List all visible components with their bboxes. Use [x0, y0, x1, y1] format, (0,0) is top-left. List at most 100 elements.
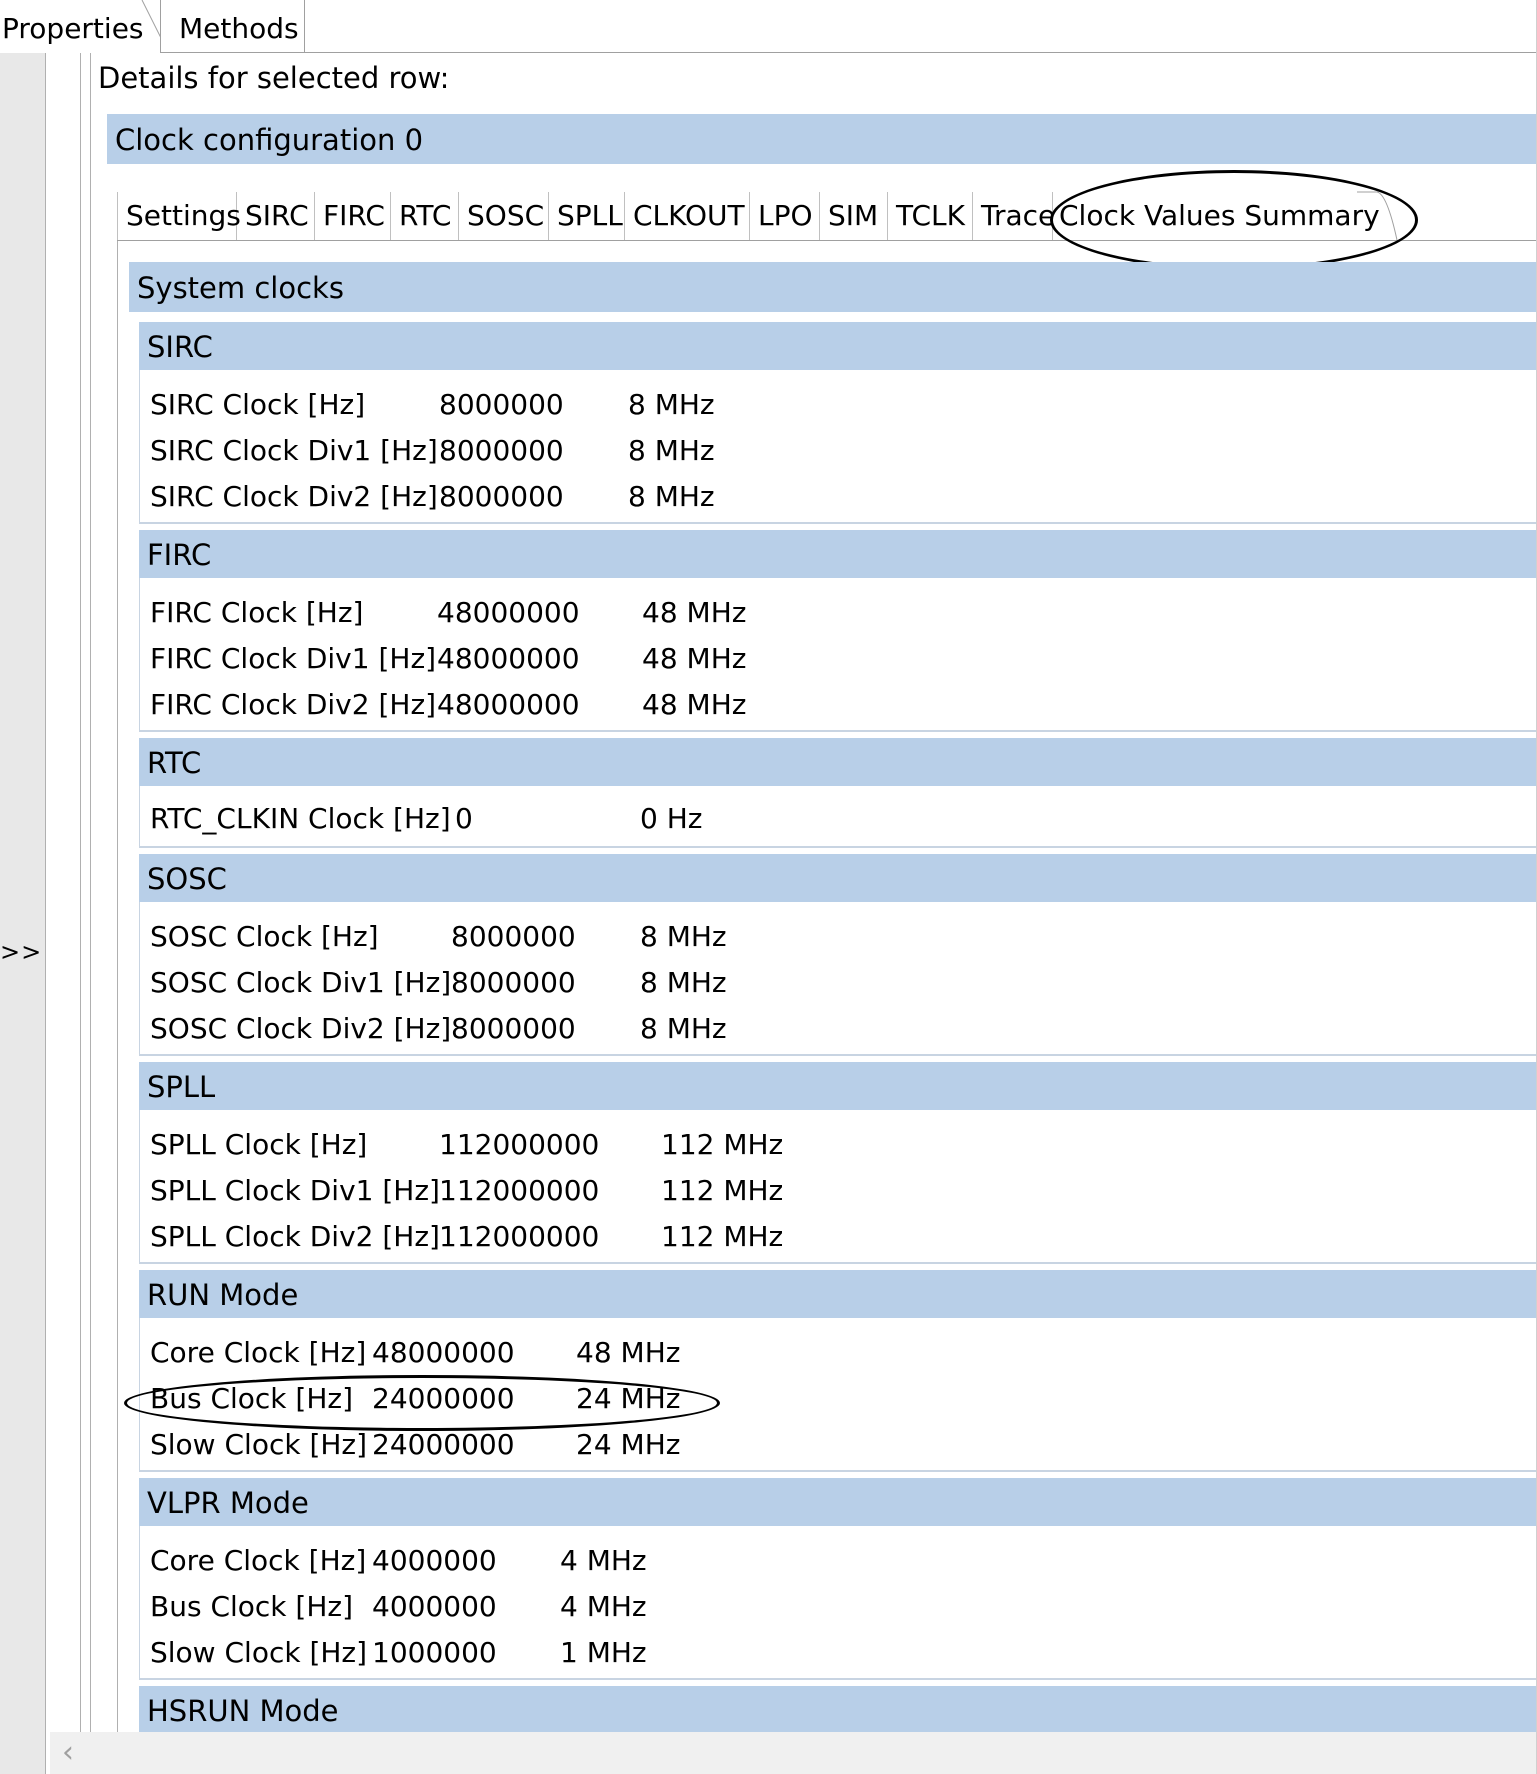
- clock-value-display: 112 MHz: [661, 1220, 784, 1253]
- tab-clkout[interactable]: CLKOUT: [625, 192, 750, 240]
- clock-value-display: 112 MHz: [661, 1128, 784, 1161]
- clock-value: 24000000: [372, 1428, 515, 1461]
- tab-settings[interactable]: Settings: [117, 192, 241, 240]
- clock-value: 8000000: [451, 966, 576, 999]
- clock-value: 8000000: [451, 1012, 576, 1045]
- section-body: FIRC Clock [Hz] 48000000 48 MHz FIRC Clo…: [139, 578, 1537, 732]
- tab-strip-baseline: [270, 52, 1537, 53]
- section-vlpr-mode: VLPR Mode Core Clock [Hz] 4000000 4 MHz …: [139, 1478, 1537, 1680]
- section-title: SPLL: [139, 1062, 1537, 1110]
- clock-label: FIRC Clock [Hz]: [150, 596, 364, 629]
- divider: [90, 53, 91, 1733]
- clock-value-display: 8 MHz: [640, 920, 727, 953]
- section-title: FIRC: [139, 530, 1537, 578]
- tab-properties[interactable]: Properties: [0, 0, 152, 53]
- tab-rtc[interactable]: RTC: [391, 192, 459, 240]
- system-clocks-header: System clocks: [129, 262, 1537, 312]
- horizontal-scrollbar[interactable]: ‹: [50, 1732, 1537, 1774]
- left-gutter: >>: [0, 53, 45, 1774]
- config-header: Clock configuration 0: [107, 114, 1537, 164]
- section-title: SOSC: [139, 854, 1537, 902]
- section-body: SIRC Clock [Hz] 8000000 8 MHz SIRC Clock…: [139, 370, 1537, 524]
- clock-value: 8000000: [451, 920, 576, 953]
- clock-value: 24000000: [372, 1382, 515, 1415]
- tab-lpo[interactable]: LPO: [750, 192, 820, 240]
- scroll-left-icon[interactable]: ‹: [62, 1734, 74, 1772]
- clock-label: SOSC Clock Div2 [Hz]: [150, 1012, 452, 1045]
- clock-label: Core Clock [Hz]: [150, 1544, 367, 1577]
- tab-clock-values-summary[interactable]: Clock Values Summary: [1053, 192, 1383, 240]
- clock-label: Bus Clock [Hz]: [150, 1382, 354, 1415]
- clock-label: SIRC Clock Div1 [Hz]: [150, 434, 438, 467]
- clock-label: SIRC Clock Div2 [Hz]: [150, 480, 438, 513]
- clock-value-display: 4 MHz: [560, 1544, 647, 1577]
- tab-methods[interactable]: Methods: [160, 0, 305, 53]
- clock-value-display: 1 MHz: [560, 1636, 647, 1669]
- divider: [80, 53, 81, 1733]
- section-sosc: SOSC SOSC Clock [Hz] 8000000 8 MHz SOSC …: [139, 854, 1537, 1056]
- clock-value: 8000000: [439, 434, 564, 467]
- tab-firc[interactable]: FIRC: [315, 192, 391, 240]
- clock-value: 4000000: [372, 1544, 497, 1577]
- clock-value-display: 8 MHz: [640, 1012, 727, 1045]
- clock-value: 4000000: [372, 1590, 497, 1623]
- clock-value: 1000000: [372, 1636, 497, 1669]
- clock-value-display: 4 MHz: [560, 1590, 647, 1623]
- clock-label: Slow Clock [Hz]: [150, 1636, 368, 1669]
- clock-label: SPLL Clock Div1 [Hz]: [150, 1174, 440, 1207]
- section-spll: SPLL SPLL Clock [Hz] 112000000 112 MHz S…: [139, 1062, 1537, 1264]
- expand-panel-button[interactable]: >>: [0, 938, 42, 966]
- clock-value: 112000000: [439, 1174, 600, 1207]
- clock-label: FIRC Clock Div1 [Hz]: [150, 642, 437, 675]
- section-body: Core Clock [Hz] 48000000 48 MHz Bus Cloc…: [139, 1318, 1537, 1472]
- details-title: Details for selected row:: [98, 61, 450, 95]
- clock-value-display: 112 MHz: [661, 1174, 784, 1207]
- clock-value-display: 48 MHz: [642, 642, 747, 675]
- clock-value-display: 48 MHz: [576, 1336, 681, 1369]
- clock-value-display: 8 MHz: [628, 480, 715, 513]
- tab-spll[interactable]: SPLL: [549, 192, 625, 240]
- section-title: VLPR Mode: [139, 1478, 1537, 1526]
- clock-value: 48000000: [437, 596, 580, 629]
- clock-value-display: 0 Hz: [640, 802, 703, 835]
- section-hsrun-mode: HSRUN Mode: [139, 1686, 1537, 1732]
- tab-sim[interactable]: SIM: [820, 192, 888, 240]
- tab-trace[interactable]: Trace: [973, 192, 1055, 240]
- section-firc: FIRC FIRC Clock [Hz] 48000000 48 MHz FIR…: [139, 530, 1537, 732]
- tab-sirc[interactable]: SIRC: [237, 192, 315, 240]
- clock-label: Core Clock [Hz]: [150, 1336, 367, 1369]
- inner-tab-strip: Settings SIRC FIRC RTC SOSC SPLL CLKOUT …: [117, 190, 1537, 242]
- section-title: RTC: [139, 738, 1537, 786]
- clock-value: 112000000: [439, 1128, 600, 1161]
- clock-value: 8000000: [439, 480, 564, 513]
- clock-value-display: 48 MHz: [642, 688, 747, 721]
- clock-label: Slow Clock [Hz]: [150, 1428, 368, 1461]
- section-body: SOSC Clock [Hz] 8000000 8 MHz SOSC Clock…: [139, 902, 1537, 1056]
- clock-value-display: 48 MHz: [642, 596, 747, 629]
- clock-value: 8000000: [439, 388, 564, 421]
- clock-label: SOSC Clock [Hz]: [150, 920, 379, 953]
- section-body: SPLL Clock [Hz] 112000000 112 MHz SPLL C…: [139, 1110, 1537, 1264]
- clock-label: FIRC Clock Div2 [Hz]: [150, 688, 437, 721]
- inner-tab-baseline: [117, 240, 1537, 241]
- clock-value-display: 8 MHz: [628, 434, 715, 467]
- section-sirc: SIRC SIRC Clock [Hz] 8000000 8 MHz SIRC …: [139, 322, 1537, 524]
- clock-value-display: 24 MHz: [576, 1382, 681, 1415]
- clock-value: 48000000: [437, 642, 580, 675]
- clock-value: 48000000: [437, 688, 580, 721]
- section-title: HSRUN Mode: [139, 1686, 1537, 1732]
- clock-value-display: 8 MHz: [628, 388, 715, 421]
- section-body: Core Clock [Hz] 4000000 4 MHz Bus Clock …: [139, 1526, 1537, 1680]
- clock-label: SPLL Clock [Hz]: [150, 1128, 368, 1161]
- clock-value: 48000000: [372, 1336, 515, 1369]
- clock-label: Bus Clock [Hz]: [150, 1590, 354, 1623]
- clock-value-display: 8 MHz: [640, 966, 727, 999]
- divider: [45, 53, 46, 1774]
- clock-label: SIRC Clock [Hz]: [150, 388, 366, 421]
- tab-tclk[interactable]: TCLK: [888, 192, 973, 240]
- tab-sosc[interactable]: SOSC: [459, 192, 549, 240]
- section-run-mode: RUN Mode Core Clock [Hz] 48000000 48 MHz…: [139, 1270, 1537, 1472]
- clock-label: SPLL Clock Div2 [Hz]: [150, 1220, 440, 1253]
- clock-label: RTC_CLKIN Clock [Hz]: [150, 802, 451, 835]
- clock-values-summary-panel: System clocks SIRC SIRC Clock [Hz] 80000…: [117, 262, 1537, 1732]
